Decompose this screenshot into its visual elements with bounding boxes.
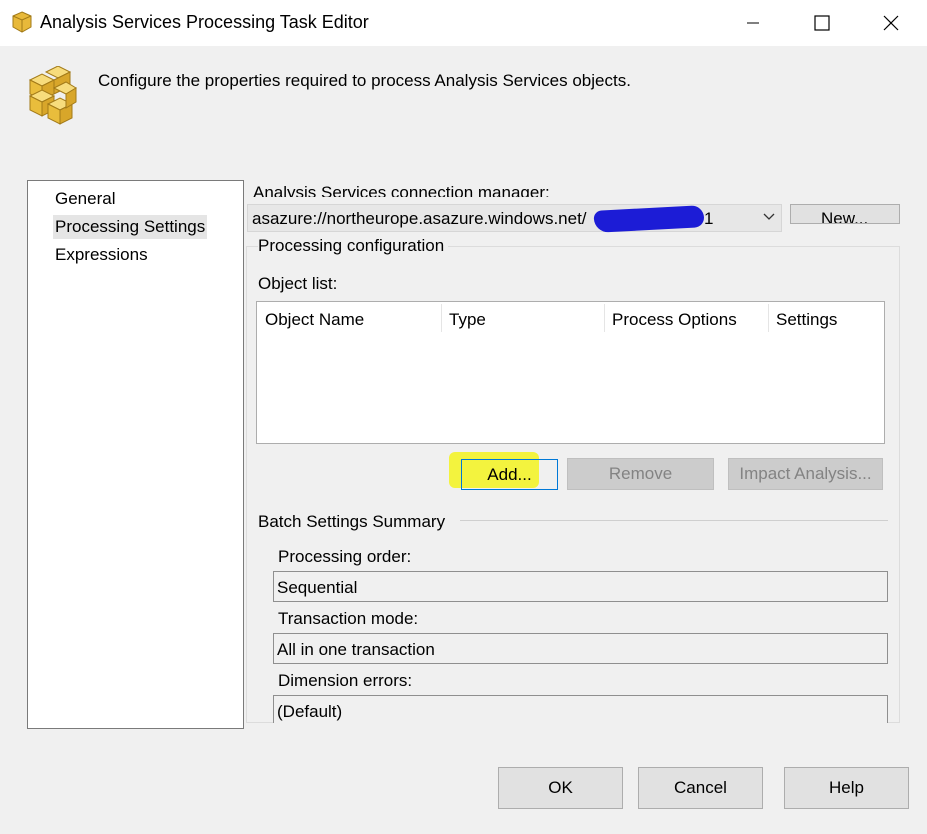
minimize-button[interactable] <box>720 0 786 46</box>
new-connection-label: New... <box>821 209 869 224</box>
dimension-errors-label: Dimension errors: <box>278 671 413 690</box>
cube-icon <box>12 11 32 33</box>
add-button[interactable]: Add... <box>461 459 558 490</box>
object-list-table[interactable]: Object Name Type Process Options Setting… <box>256 301 885 444</box>
processing-configuration-label: Processing configuration <box>258 236 449 256</box>
redaction-scribble <box>593 205 705 233</box>
connection-manager-select[interactable]: asazure://northeurope.asazure.windows.ne… <box>247 204 782 233</box>
maximize-button[interactable] <box>789 0 855 46</box>
column-header-object-name[interactable]: Object Name <box>265 310 364 330</box>
batch-settings-divider <box>460 520 888 521</box>
cubes-icon <box>28 66 77 125</box>
connection-manager-label: Analysis Services connection manager: <box>253 183 550 197</box>
processing-order-label: Processing order: <box>278 547 412 566</box>
transaction-mode-field: All in one transaction <box>273 633 888 664</box>
column-header-process-options[interactable]: Process Options <box>612 310 737 330</box>
ok-button[interactable]: OK <box>498 767 623 809</box>
nav-item-processing-settings[interactable]: Processing Settings <box>53 215 208 239</box>
cancel-button[interactable]: Cancel <box>638 767 763 809</box>
processing-order-field: Sequential <box>273 571 888 602</box>
header-description: Configure the properties required to pro… <box>98 71 631 90</box>
nav-panel: General Processing Settings Expressions <box>27 180 244 729</box>
dimension-errors-field: (Default) <box>273 695 888 723</box>
maximize-icon <box>814 15 830 31</box>
nav-item-general[interactable]: General <box>53 187 117 211</box>
connection-manager-value-suffix: 1 <box>704 209 714 228</box>
nav-item-expressions[interactable]: Expressions <box>53 243 150 267</box>
help-button[interactable]: Help <box>784 767 909 809</box>
column-header-type[interactable]: Type <box>449 310 486 330</box>
column-divider[interactable] <box>604 304 605 332</box>
object-list-label: Object list: <box>258 274 338 293</box>
connection-manager-value: asazure://northeurope.asazure.windows.ne… <box>252 209 587 228</box>
close-button[interactable] <box>858 0 924 46</box>
column-header-settings[interactable]: Settings <box>776 310 837 330</box>
chevron-down-icon <box>763 213 775 220</box>
batch-settings-title: Batch Settings Summary <box>258 512 446 531</box>
new-connection-button[interactable]: New... <box>790 204 900 224</box>
impact-analysis-button[interactable]: Impact Analysis... <box>728 458 883 490</box>
column-divider[interactable] <box>768 304 769 332</box>
close-icon <box>883 15 899 31</box>
minimize-icon <box>747 22 759 24</box>
column-divider[interactable] <box>441 304 442 332</box>
remove-button[interactable]: Remove <box>567 458 714 490</box>
transaction-mode-label: Transaction mode: <box>278 609 419 628</box>
window-title: Analysis Services Processing Task Editor <box>40 12 369 32</box>
